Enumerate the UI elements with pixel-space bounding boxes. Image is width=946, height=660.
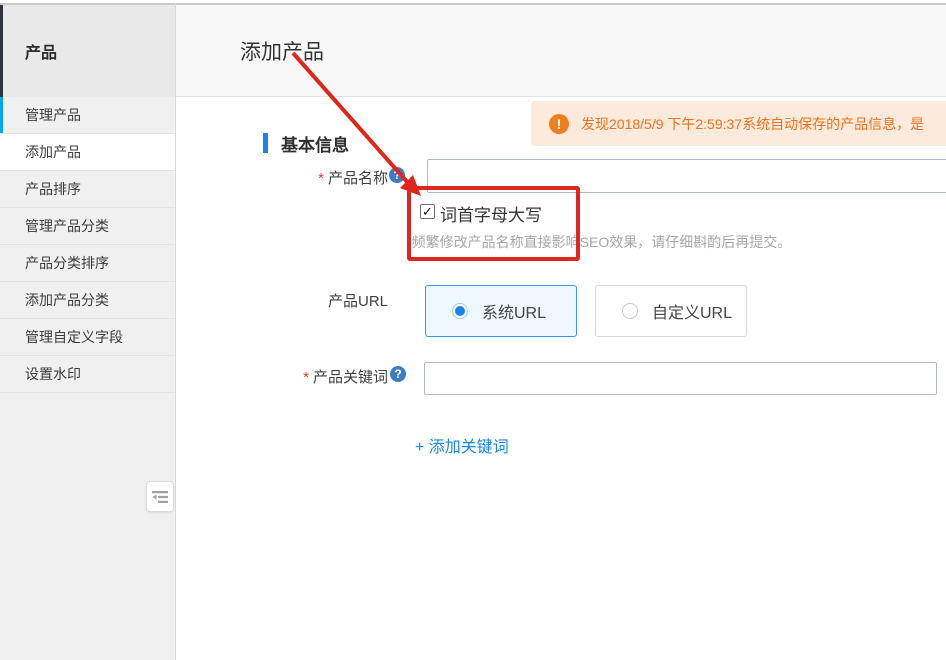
product-name-input[interactable] [427, 159, 946, 193]
section-accent-bar [263, 133, 268, 153]
sidebar-item-manage-categories[interactable]: 管理产品分类 [0, 208, 175, 245]
sidebar-title: 产品 [0, 5, 175, 97]
sidebar-item-product-sort[interactable]: 产品排序 [0, 171, 175, 208]
radio-label-custom-url: 自定义URL [652, 299, 732, 323]
required-mark: * [318, 170, 324, 187]
autosave-notification[interactable]: ! 发现2018/5/9 下午2:59:37系统自动保存的产品信息，是 [531, 101, 946, 146]
add-keyword-link[interactable]: + 添加关键词 [415, 433, 509, 457]
radio-option-system-url[interactable]: 系统URL [425, 285, 577, 337]
radio-option-custom-url[interactable]: 自定义URL [595, 285, 747, 337]
sidebar-menu: 管理产品添加产品产品排序管理产品分类产品分类排序添加产品分类管理自定义字段设置水… [0, 97, 175, 393]
page-title: 添加产品 [240, 36, 324, 66]
warning-icon: ! [549, 114, 569, 134]
sidebar-background [0, 393, 175, 660]
title-case-checkbox[interactable]: ✓ [420, 204, 435, 219]
sidebar-item-add-product[interactable]: 添加产品 [0, 134, 175, 171]
product-keywords-input[interactable] [424, 362, 937, 395]
product-name-label: *产品名称 [250, 167, 388, 188]
page-header: 添加产品 [176, 5, 946, 97]
product-url-label: 产品URL [250, 290, 388, 311]
section-title: 基本信息 [281, 131, 349, 156]
radio-label-system-url: 系统URL [482, 299, 546, 323]
product-keywords-label: *产品关键词 [250, 366, 388, 387]
sidebar-divider [175, 3, 176, 660]
sidebar-item-add-category[interactable]: 添加产品分类 [0, 282, 175, 319]
required-mark: * [303, 369, 309, 386]
collapse-sidebar-icon [152, 490, 168, 504]
radio-dot-custom-url [622, 303, 638, 319]
product-keywords-help-icon[interactable]: ? [390, 366, 406, 382]
collapse-sidebar-button[interactable] [146, 481, 174, 512]
sidebar-item-watermark[interactable]: 设置水印 [0, 356, 175, 393]
radio-dot-system-url [452, 303, 468, 319]
sidebar-item-category-sort[interactable]: 产品分类排序 [0, 245, 175, 282]
sidebar-item-accent [0, 97, 3, 133]
product-name-hint: -频繁修改产品名称直接影响SEO效果，请仔细斟酌后再提交。 [407, 232, 791, 252]
sidebar-item-manage-products[interactable]: 管理产品 [0, 97, 175, 134]
title-case-checkbox-label[interactable]: 词首字母大写 [440, 201, 542, 226]
notification-text: 发现2018/5/9 下午2:59:37系统自动保存的产品信息，是 [581, 114, 924, 134]
product-name-help-icon[interactable]: ? [389, 167, 405, 183]
sidebar-item-manage-custom-fields[interactable]: 管理自定义字段 [0, 319, 175, 356]
